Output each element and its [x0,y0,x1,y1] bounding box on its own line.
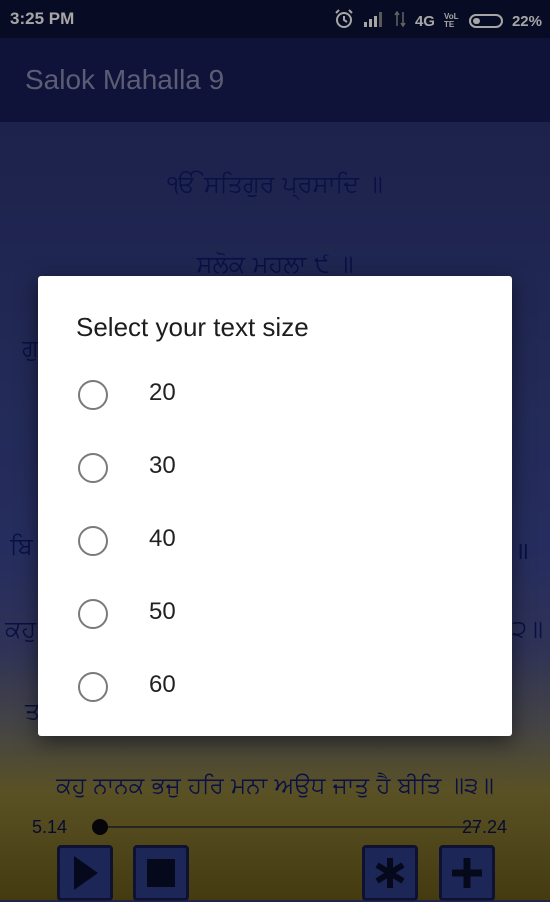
option-label: 50 [149,598,176,625]
text-size-dialog: Select your text size 20 30 40 50 60 [38,276,512,736]
text-size-option-40[interactable]: 40 [38,512,512,572]
radio-button[interactable] [78,526,108,556]
option-label: 40 [149,525,176,552]
option-label: 30 [149,452,176,479]
dialog-title: Select your text size [76,312,309,342]
radio-button[interactable] [78,453,108,483]
text-size-option-20[interactable]: 20 [38,366,512,426]
text-size-option-50[interactable]: 50 [38,585,512,645]
radio-button[interactable] [78,672,108,702]
option-label: 20 [149,379,176,406]
option-label: 60 [149,671,176,698]
text-size-option-30[interactable]: 30 [38,439,512,499]
text-size-option-60[interactable]: 60 [38,658,512,718]
radio-button[interactable] [78,599,108,629]
radio-button[interactable] [78,380,108,410]
